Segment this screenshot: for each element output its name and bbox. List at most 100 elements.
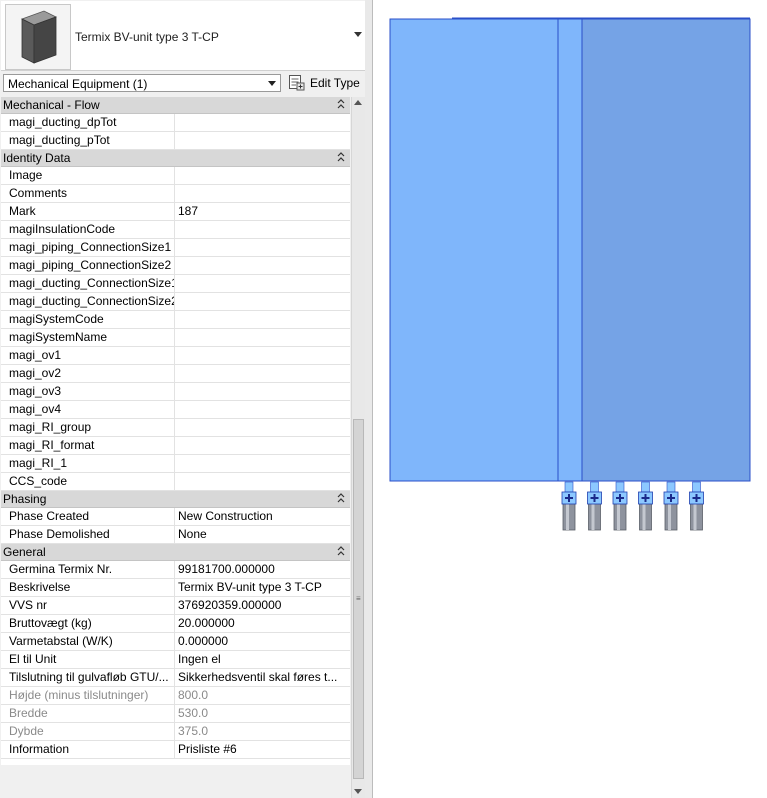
collapse-icon[interactable] <box>337 151 345 168</box>
collapse-icon[interactable] <box>337 98 345 115</box>
group-header[interactable]: General <box>1 544 350 561</box>
property-row[interactable]: magi_ov3 <box>1 383 350 401</box>
property-value[interactable] <box>176 221 350 238</box>
property-value[interactable] <box>176 383 350 400</box>
property-name: Bruttovægt (kg) <box>1 615 175 632</box>
property-row[interactable]: Information Prisliste #6 <box>1 741 350 759</box>
property-value[interactable] <box>176 311 350 328</box>
property-value[interactable] <box>176 293 350 310</box>
collapse-icon[interactable] <box>337 545 345 562</box>
equipment-unit[interactable] <box>389 17 751 482</box>
property-value[interactable] <box>176 239 350 256</box>
connector-neck <box>590 481 599 493</box>
property-value[interactable]: 0.000000 <box>176 633 350 650</box>
property-row[interactable]: Phase Created New Construction <box>1 508 350 526</box>
property-row[interactable]: magi_ducting_ConnectionSize1 <box>1 275 350 293</box>
property-row[interactable]: magi_RI_group <box>1 419 350 437</box>
group-header[interactable]: Phasing <box>1 491 350 508</box>
pipe-connector[interactable] <box>638 481 653 531</box>
property-row[interactable]: magiSystemCode <box>1 311 350 329</box>
property-value[interactable] <box>176 401 350 418</box>
property-value: 530.0 <box>178 706 209 720</box>
chevron-down-icon[interactable] <box>354 32 362 37</box>
group-header[interactable]: Mechanical - Flow <box>1 97 350 114</box>
property-value: 800.0 <box>178 688 209 702</box>
property-row[interactable]: magi_RI_format <box>1 437 350 455</box>
group-header[interactable]: Identity Data <box>1 150 350 167</box>
property-row[interactable]: El til Unit Ingen el <box>1 651 350 669</box>
property-name: Højde (minus tilslutninger) <box>1 687 175 704</box>
property-value[interactable] <box>176 132 350 149</box>
property-name: VVS nr <box>1 597 175 614</box>
property-row[interactable]: Bruttovægt (kg) 20.000000 <box>1 615 350 633</box>
scroll-down-icon[interactable] <box>354 789 362 794</box>
property-row[interactable]: magi_piping_ConnectionSize2 <box>1 257 350 275</box>
property-value[interactable] <box>176 114 350 131</box>
property-row[interactable]: Dybde 375.0 <box>1 723 350 741</box>
property-value[interactable] <box>176 185 350 202</box>
property-value[interactable]: Ingen el <box>176 651 350 668</box>
pipe-connector[interactable] <box>689 481 704 531</box>
property-value[interactable]: New Construction <box>176 508 350 525</box>
property-row[interactable]: Bredde 530.0 <box>1 705 350 723</box>
property-row[interactable]: Beskrivelse Termix BV-unit type 3 T-CP <box>1 579 350 597</box>
property-row[interactable]: magi_ducting_ConnectionSize2 <box>1 293 350 311</box>
property-row[interactable]: magi_piping_ConnectionSize1 <box>1 239 350 257</box>
property-value[interactable]: Termix BV-unit type 3 T-CP <box>176 579 350 596</box>
property-value[interactable] <box>176 347 350 364</box>
property-value[interactable]: 187 <box>176 203 350 220</box>
property-row[interactable]: magiInsulationCode <box>1 221 350 239</box>
pipe-connector[interactable] <box>663 481 679 531</box>
pipe-highlight <box>617 500 620 530</box>
property-row[interactable]: VVS nr 376920359.000000 <box>1 597 350 615</box>
property-row[interactable]: Comments <box>1 185 350 203</box>
connector-neck <box>615 481 625 493</box>
scroll-up-icon[interactable] <box>354 100 362 105</box>
property-value[interactable]: Prisliste #6 <box>176 741 350 758</box>
property-value[interactable]: 20.000000 <box>176 615 350 632</box>
property-value[interactable]: None <box>176 526 350 543</box>
property-row[interactable]: magi_ducting_pTot <box>1 132 350 150</box>
properties-scrollbar[interactable]: ≡ <box>351 97 365 798</box>
scroll-thumb[interactable]: ≡ <box>353 419 364 779</box>
type-selector[interactable]: Termix BV-unit type 3 T-CP <box>1 1 365 71</box>
panel-splitter[interactable] <box>365 0 373 798</box>
property-row[interactable]: magi_ducting_dpTot <box>1 114 350 132</box>
property-row[interactable]: Mark 187 <box>1 203 350 221</box>
property-value[interactable] <box>176 257 350 274</box>
property-row[interactable]: Tilslutning til gulvafløb GTU/... Sikkerh… <box>1 669 350 687</box>
edit-type-button[interactable]: Edit Type <box>288 73 362 93</box>
property-row[interactable]: Højde (minus tilslutninger) 800.0 <box>1 687 350 705</box>
property-row[interactable]: Phase Demolished None <box>1 526 350 544</box>
property-row[interactable]: CCS_code <box>1 473 350 491</box>
property-row[interactable]: Varmetabstal (W/K) 0.000000 <box>1 633 350 651</box>
property-row[interactable]: magi_ov4 <box>1 401 350 419</box>
property-name: Bredde <box>1 705 175 722</box>
collapse-icon[interactable] <box>337 492 345 509</box>
property-row[interactable]: magiSystemName <box>1 329 350 347</box>
instance-filter-dropdown[interactable]: Mechanical Equipment (1) <box>3 74 281 92</box>
property-row[interactable]: Image <box>1 167 350 185</box>
model-view[interactable] <box>374 0 767 798</box>
property-value[interactable] <box>176 419 350 436</box>
property-value[interactable] <box>176 437 350 454</box>
property-value[interactable]: 376920359.000000 <box>176 597 350 614</box>
property-value[interactable] <box>176 365 350 382</box>
property-name: magi_RI_1 <box>1 455 175 472</box>
property-value[interactable] <box>176 275 350 292</box>
property-value[interactable]: Sikkerhedsventil skal føres t... <box>176 669 350 686</box>
pipe-connector[interactable] <box>587 481 602 531</box>
property-row[interactable]: magi_ov1 <box>1 347 350 365</box>
pipe-connector[interactable] <box>612 481 628 531</box>
model-viewport[interactable] <box>374 0 767 798</box>
pipe-connector[interactable] <box>561 481 577 531</box>
property-value[interactable] <box>176 167 350 184</box>
property-value[interactable] <box>176 329 350 346</box>
property-name: El til Unit <box>1 651 175 668</box>
property-value[interactable] <box>176 473 350 490</box>
property-value[interactable]: 99181700.000000 <box>176 561 350 578</box>
property-row[interactable]: magi_RI_1 <box>1 455 350 473</box>
property-value[interactable] <box>176 455 350 472</box>
property-row[interactable]: magi_ov2 <box>1 365 350 383</box>
property-row[interactable]: Germina Termix Nr. 99181700.000000 <box>1 561 350 579</box>
